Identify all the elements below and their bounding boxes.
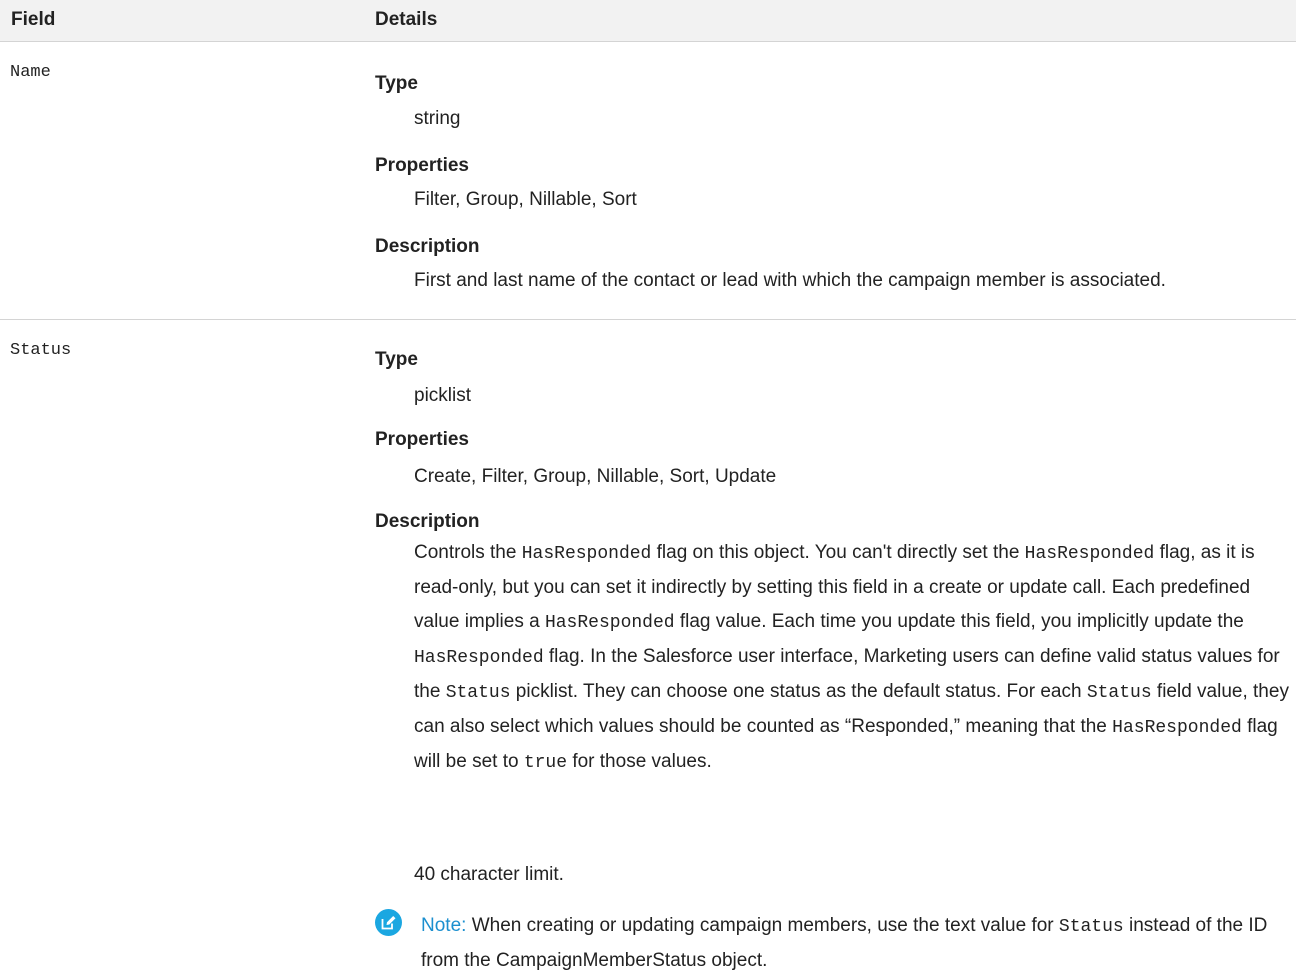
- type-value: string: [414, 108, 461, 129]
- desc-text: flag on this object. You can't directly …: [651, 542, 1025, 563]
- desc-code: HasResponded: [414, 648, 544, 668]
- header-details: Details: [375, 9, 438, 30]
- description-value: Controls the HasResponded flag on this o…: [414, 536, 1294, 780]
- note-code: Status: [1058, 917, 1124, 937]
- desc-code: HasResponded: [521, 544, 652, 564]
- properties-value: Create, Filter, Group, Nillable, Sort, U…: [414, 466, 777, 487]
- desc-code: HasResponded: [544, 613, 675, 633]
- properties-label: Properties: [375, 429, 469, 450]
- table-row: Status Type picklist Properties Create, …: [0, 320, 1296, 975]
- field-table: Field Details Name Type string Propertie…: [0, 0, 1296, 975]
- type-value: picklist: [414, 385, 472, 406]
- desc-code: HasResponded: [1024, 544, 1155, 564]
- desc-text: Controls the: [414, 542, 522, 563]
- desc-code: Status: [1086, 683, 1152, 703]
- type-label: Type: [375, 73, 418, 94]
- desc-code: Status: [445, 683, 511, 703]
- desc-text: for those values.: [567, 751, 712, 772]
- table-row: Name Type string Properties Filter, Grou…: [0, 42, 1296, 320]
- desc-code: HasResponded: [1112, 718, 1242, 738]
- properties-label: Properties: [375, 155, 469, 176]
- edit-note-icon: [375, 909, 402, 936]
- description-label: Description: [375, 236, 480, 257]
- field-name: Status: [10, 341, 72, 360]
- note-text: Note: When creating or updating campaign…: [421, 909, 1281, 978]
- description-value: First and last name of the contact or le…: [414, 270, 1166, 291]
- note-label: Note:: [421, 915, 467, 936]
- description-label: Description: [375, 511, 480, 532]
- note-body: When creating or updating campaign membe…: [466, 915, 1059, 936]
- table-header: Field Details: [0, 0, 1296, 42]
- properties-value: Filter, Group, Nillable, Sort: [414, 189, 637, 210]
- field-name: Name: [10, 63, 51, 82]
- char-limit: 40 character limit.: [414, 864, 564, 885]
- header-field: Field: [11, 9, 56, 30]
- desc-text: picklist. They can choose one status as …: [510, 681, 1087, 702]
- desc-code: true: [523, 753, 568, 773]
- type-label: Type: [375, 349, 418, 370]
- desc-text: flag value. Each time you update this fi…: [674, 611, 1244, 632]
